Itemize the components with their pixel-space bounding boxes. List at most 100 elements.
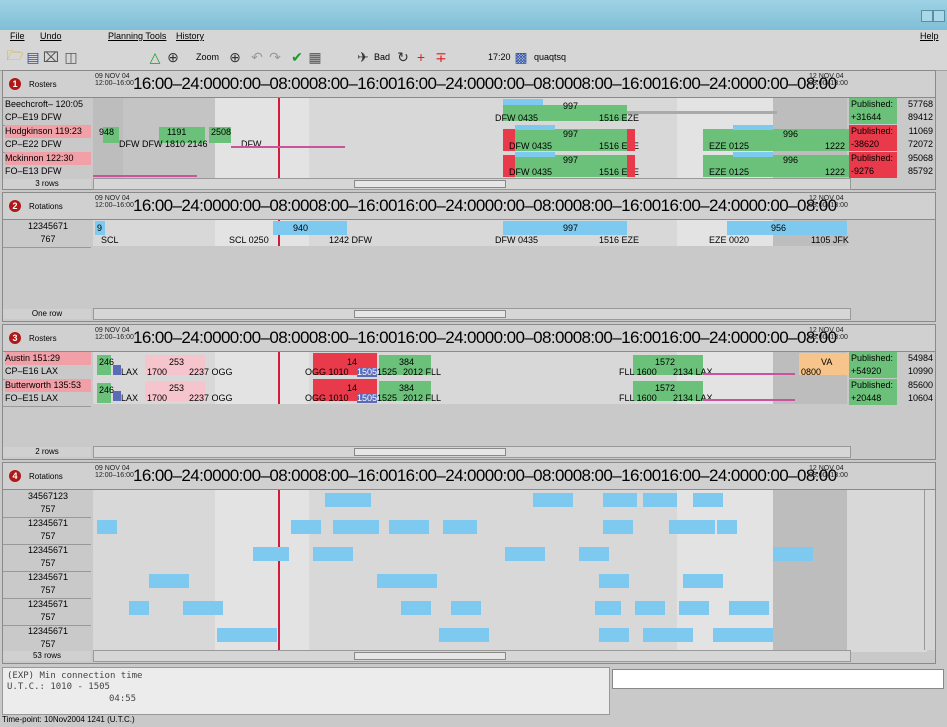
status-bar: Time-point: 10Nov2004 1241 (U.T.C.): [2, 715, 135, 724]
panel-label: Rosters: [29, 334, 57, 343]
info-panel: (EXP) Min connection time U.T.C.: 1010 -…: [2, 667, 610, 715]
rotation-row-label[interactable]: 12345671 767: [3, 220, 91, 248]
bad-label[interactable]: Bad: [374, 52, 390, 62]
monitor-icon[interactable]: ▩: [512, 48, 530, 66]
panel-header: 3 Rosters 09 NOV 04 12:00–16:00 16:00–24:…: [3, 325, 935, 352]
undo-icon[interactable]: ↶: [248, 48, 266, 66]
rotation-row-label[interactable]: 12345671 757: [3, 517, 91, 545]
rotation-row-label[interactable]: 12345671 757: [3, 571, 91, 599]
flight-number: 997: [563, 223, 579, 233]
flight-arrival: SCL: [101, 235, 119, 245]
flight-departure: 1700: [147, 393, 168, 403]
check-icon[interactable]: ✔: [288, 48, 306, 66]
date-end: 12 NOV 04 08:00–13:00: [809, 73, 848, 87]
horizontal-scrollbar[interactable]: [93, 446, 851, 458]
add-icon[interactable]: +: [412, 48, 430, 66]
maximize-icon[interactable]: [933, 10, 945, 22]
flight-arrival: 2134 LAX: [673, 393, 713, 403]
horizontal-scrollbar[interactable]: [93, 650, 851, 662]
rotation-row-label[interactable]: 12345671 757: [3, 544, 91, 572]
panel-number: 3: [9, 332, 21, 344]
copy-icon[interactable]: ◫: [62, 48, 80, 66]
flight-arrival: 2134 LAX: [673, 367, 713, 377]
flight-number: 948: [99, 127, 115, 137]
date-start: 09 NOV 04 12:00–16:00: [95, 195, 134, 209]
flight-arrival: LAX: [121, 367, 139, 377]
flight-number: 384: [399, 383, 415, 393]
date-start: 09 NOV 04 12:00–16:00: [95, 327, 134, 341]
menu-file[interactable]: File: [10, 31, 25, 41]
menu-undo[interactable]: Undo: [40, 31, 62, 41]
roster-row-label[interactable]: Hodgkinson 119:23 CP–E22 DFW: [3, 125, 91, 153]
zoom-out-icon[interactable]: ⊕: [164, 48, 182, 66]
minimize-icon[interactable]: [921, 10, 933, 22]
date-end: 12 NOV 04 08:00–13:00: [809, 465, 848, 479]
flight-number: 940: [293, 223, 309, 233]
timeline-scale: 16:00–24:0000:00–08:0008:00–16:0016:00–2…: [133, 328, 837, 347]
flight-arrival: 1516 EZE: [599, 235, 640, 245]
triangle-up-icon[interactable]: △: [146, 48, 164, 66]
rotation-row-label[interactable]: 12345671 757: [3, 625, 91, 653]
delete-icon[interactable]: ⌧: [42, 48, 60, 66]
horizontal-scrollbar[interactable]: [93, 178, 851, 190]
roster-row-label[interactable]: Butterworth 135:53 FO–E15 LAX: [3, 379, 91, 407]
horizontal-scrollbar[interactable]: [93, 308, 851, 320]
calendar-icon[interactable]: ▦: [306, 48, 324, 66]
open-folder-icon[interactable]: 🗁: [6, 47, 24, 66]
row-count: 2 rows: [3, 447, 91, 457]
flight-departure: DFW 0435: [495, 235, 539, 245]
panel-rotations-4: 4 Rotations 09 NOV 04 12:00–16:00 16:00–2…: [2, 462, 936, 664]
vertical-scrollbar[interactable]: [924, 490, 935, 650]
redo-icon[interactable]: ↷: [266, 48, 284, 66]
panel-header: 2 Rotations 09 NOV 04 12:00–16:00 16:00–2…: [3, 193, 935, 220]
flight-number: 1191: [167, 127, 187, 137]
flight-arrival: 2237 OGG: [189, 393, 233, 403]
menu-history[interactable]: History: [176, 31, 204, 41]
panel-rosters-1: 1 Rosters 09 NOV 04 12:00–16:00 16:00–24:…: [2, 70, 936, 190]
panel-number: 1: [9, 78, 21, 90]
rotation-row-label[interactable]: 34567123 757: [3, 490, 91, 518]
toolbar: 🗁 ▤ ⌧ ◫ △ ⊕ Zoom ⊕ ↶ ↷ ✔ ▦ ✈ Bad ↻ + ∓ 1…: [0, 44, 947, 71]
flight-number: 2508: [211, 127, 232, 137]
flight-number: 997: [563, 129, 579, 139]
row-count: One row: [3, 309, 91, 319]
flight-number: 384: [399, 357, 415, 367]
timeline-scale: 16:00–24:0000:00–08:0008:00–16:0016:00–2…: [133, 466, 837, 485]
flight-arrival: 1242 DFW: [329, 235, 373, 245]
flight-departure: SCL 0250: [229, 235, 269, 245]
refresh-icon[interactable]: ↻: [394, 48, 412, 66]
menu-planning-tools[interactable]: Planning Tools: [108, 31, 166, 41]
panel-number: 4: [9, 470, 21, 482]
info-duration: 04:55: [109, 694, 137, 704]
roster-row-label[interactable]: Mckinnon 122:30 FO–E13 DFW: [3, 152, 91, 180]
flight-bar[interactable]: [727, 221, 847, 235]
info-title: (EXP) Min connection time: [7, 671, 143, 681]
command-input[interactable]: [612, 669, 944, 689]
panel-number: 2: [9, 200, 21, 212]
flight-bar[interactable]: [273, 221, 347, 235]
rotation-row-label[interactable]: 12345671 757: [3, 598, 91, 626]
airplane-icon[interactable]: ✈: [354, 48, 372, 66]
panel-label: Rotations: [29, 202, 63, 211]
flight-departure: EZE 0020: [709, 235, 750, 245]
date-start: 09 NOV 04 12:00–16:00: [95, 465, 134, 479]
flight-departure: EZE 0125: [709, 167, 750, 177]
menu-help[interactable]: Help: [920, 31, 939, 41]
flight-departure: FLL 1600: [619, 367, 657, 377]
zoom-in-icon[interactable]: ⊕: [226, 48, 244, 66]
flight-number: 997: [563, 101, 579, 111]
flight-number: 14: [347, 357, 358, 367]
flight-arrival: 1222: [825, 141, 846, 151]
flight-departure: DFW 0435: [509, 167, 553, 177]
date-start: 09 NOV 04 12:00–16:00: [95, 73, 134, 87]
flight-departure: DFW DFW 1810 2146: [119, 139, 208, 149]
flight-arrival: 2237 OGG: [189, 367, 233, 377]
flight-arrival: 2012 FLL: [403, 393, 442, 403]
flight-number: 246: [99, 385, 115, 395]
flight-departure: 1525: [377, 393, 398, 403]
save-icon[interactable]: ▤: [24, 48, 42, 66]
roster-row-label[interactable]: Austin 151:29 CP–E16 LAX: [3, 352, 91, 380]
roster-row-label[interactable]: Beechcroft– 120:05 CP–E19 DFW: [3, 98, 91, 126]
row-count: 53 rows: [3, 651, 91, 661]
split-icon[interactable]: ∓: [432, 48, 450, 66]
